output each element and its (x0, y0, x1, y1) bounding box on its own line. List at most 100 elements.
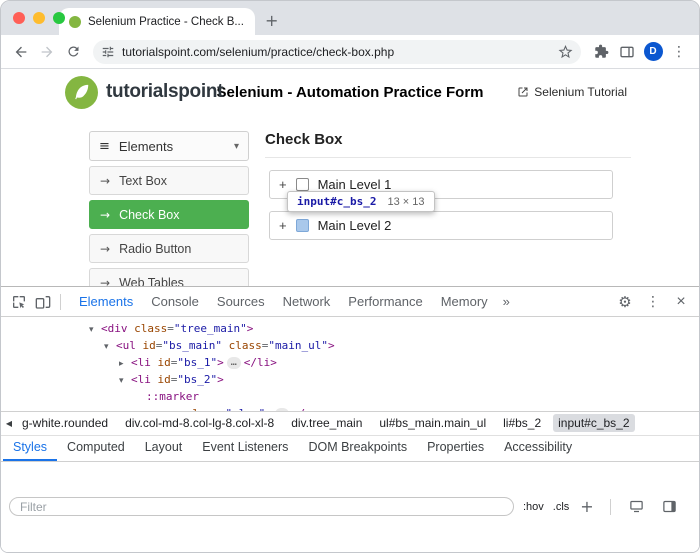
breadcrumb-bar-items: g-white.rounded div.col-md-8.col-lg-8.col… (17, 414, 642, 432)
reload-icon (66, 44, 81, 59)
zoom-window-button[interactable] (53, 12, 65, 24)
tutorialspoint-logo[interactable]: tutorialspoint (65, 76, 223, 109)
breadcrumb-item-input-c-bs-2[interactable]: input#c_bs_2 (553, 414, 634, 432)
syntax-token: > (247, 322, 254, 335)
selenium-tutorial-link[interactable]: Selenium Tutorial (517, 85, 627, 99)
profile-button[interactable]: D (641, 40, 665, 64)
syntax-token: <ul (116, 339, 136, 352)
new-tab-button[interactable]: + (265, 13, 278, 29)
reload-button[interactable] (61, 40, 85, 64)
sidebar-item-label: Radio Button (119, 242, 191, 256)
more-options-icon[interactable]: ⋮ (641, 290, 665, 314)
device-toolbar-icon (35, 294, 51, 310)
panel-tab-event-listeners[interactable]: Event Listeners (192, 436, 298, 461)
panel-tab-layout[interactable]: Layout (135, 436, 193, 461)
device-toolbar-button[interactable] (31, 290, 55, 314)
page-body: ≡ Elements ▾ →Text Box →Check Box →Radio B… (1, 115, 699, 286)
panel-tab-computed[interactable]: Computed (57, 436, 135, 461)
syntax-token: "tree_main" (174, 322, 247, 335)
browser-window: Selenium Practice - Check B... + tutoria… (0, 0, 700, 553)
toggle-sidebar-button[interactable] (658, 495, 682, 519)
breadcrumb-item-div-tree-main[interactable]: div.tree_main (286, 414, 367, 432)
extensions-button[interactable] (589, 40, 613, 64)
syntax-token: > (265, 407, 272, 411)
rendering-emulation-button[interactable] (625, 495, 649, 519)
url-text[interactable]: tutorialspoint.com/selenium/practice/che… (122, 45, 551, 59)
filter-bar-divider (610, 499, 611, 515)
dom-tree-row[interactable]: ::marker (1, 388, 699, 405)
tab-favicon-icon (69, 16, 81, 28)
menu-icon: ≡ (99, 139, 110, 154)
back-button[interactable] (9, 40, 33, 64)
panel-tab-accessibility[interactable]: Accessibility (494, 436, 582, 461)
elements-dropdown[interactable]: ≡ Elements ▾ (89, 131, 249, 161)
syntax-token: </span> (292, 407, 338, 411)
panel-tab-properties[interactable]: Properties (417, 436, 494, 461)
twisty-right-icon[interactable]: ▸ (134, 407, 146, 411)
minimize-window-button[interactable] (33, 12, 45, 24)
site-info-icon[interactable] (101, 45, 115, 59)
devtools-tab-network[interactable]: Network (274, 287, 340, 316)
inspect-element-button[interactable] (7, 290, 31, 314)
browser-tab[interactable]: Selenium Practice - Check B... (59, 8, 255, 35)
more-tabs-button[interactable]: » (497, 294, 516, 309)
expand-plus-icon[interactable]: + (279, 177, 287, 192)
forward-button[interactable] (35, 40, 59, 64)
new-style-rule-button[interactable]: + (580, 497, 593, 516)
syntax-token: "plus" (226, 407, 266, 411)
settings-gear-icon[interactable]: ⚙ (613, 290, 637, 314)
inspect-cursor-icon (11, 294, 27, 310)
tree-item-label: Main Level 2 (318, 218, 392, 233)
sidebar-item-radio-button[interactable]: →Radio Button (89, 234, 249, 263)
sidebar-item-check-box[interactable]: →Check Box (89, 200, 249, 229)
dom-tree-row[interactable]: ▾<ul id="bs_main" class="main_ul"> (1, 337, 699, 354)
close-devtools-button[interactable]: × (669, 290, 693, 314)
sidebar-item-text-box[interactable]: →Text Box (89, 166, 249, 195)
checkbox[interactable] (296, 178, 309, 191)
dom-tree-row[interactable]: ▾<div class="tree_main"> (1, 320, 699, 337)
inspect-tooltip-selector: input#c_bs_2 (297, 195, 376, 208)
side-panel-button[interactable] (615, 40, 639, 64)
syntax-token: <div (101, 322, 128, 335)
breadcrumb-item-g-white-rounded[interactable]: g-white.rounded (17, 414, 113, 432)
tree-item-main-level-2[interactable]: + Main Level 2 (269, 211, 613, 240)
syntax-token: = (167, 322, 174, 335)
dom-tree: ▾<div class="tree_main">▾<ul id="bs_main… (1, 317, 699, 411)
toggle-element-state-button[interactable]: :hov (523, 501, 544, 513)
checkbox[interactable] (296, 219, 309, 232)
breadcrumb-item-li-bs-2[interactable]: li#bs_2 (498, 414, 546, 432)
header-link-label: Selenium Tutorial (534, 85, 627, 99)
address-bar[interactable]: tutorialspoint.com/selenium/practice/che… (93, 40, 581, 64)
collapsed-content-ellipsis[interactable]: … (227, 357, 241, 369)
breadcrumb: ◀ g-white.rounded div.col-md-8.col-lg-8.c… (1, 411, 699, 435)
expand-plus-icon[interactable]: + (279, 218, 287, 233)
devtools-tab-memory[interactable]: Memory (432, 287, 497, 316)
close-window-button[interactable] (13, 12, 25, 24)
breadcrumb-scroll-left-icon[interactable]: ◀ (1, 412, 17, 435)
devtools-tab-console[interactable]: Console (142, 287, 208, 316)
logo-text: tutorialspoint (106, 81, 223, 103)
devtools-tab-sources[interactable]: Sources (208, 287, 274, 316)
panel-tab-dom-breakpoints[interactable]: DOM Breakpoints (298, 436, 417, 461)
browser-menu-icon[interactable]: ⋮ (667, 40, 691, 64)
element-classes-button[interactable]: .cls (553, 501, 570, 513)
styles-filter-input[interactable] (9, 497, 514, 516)
tree-item-label: Main Level 1 (318, 177, 392, 192)
dom-tree-row[interactable]: ▸<span class="plus">…</span> (1, 405, 699, 411)
collapsed-content-ellipsis[interactable]: … (275, 408, 289, 411)
profile-avatar[interactable]: D (644, 42, 663, 61)
devtools-tab-elements[interactable]: Elements (70, 287, 142, 316)
dom-tree-row[interactable]: ▸<li id="bs_1">…</li> (1, 354, 699, 371)
syntax-token: = (219, 407, 226, 411)
breadcrumb-item-div-col-md-8-col-lg-8-col-xl-8[interactable]: div.col-md-8.col-lg-8.col-xl-8 (120, 414, 279, 432)
sidebar-item-web-tables[interactable]: →Web Tables (89, 268, 249, 286)
inspect-tooltip: input#c_bs_2 13 × 13 (287, 191, 435, 212)
browser-toolbar: tutorialspoint.com/selenium/practice/che… (1, 35, 699, 69)
breadcrumb-item-ul-bs-main-main-ul[interactable]: ul#bs_main.main_ul (374, 414, 491, 432)
bookmark-star-icon[interactable] (558, 44, 573, 59)
dom-tree-row[interactable]: ▾<li id="bs_2"> (1, 371, 699, 388)
devtools-tab-performance[interactable]: Performance (339, 287, 431, 316)
panel-tab-styles[interactable]: Styles (3, 436, 57, 461)
web-page: tutorialspoint Selenium - Automation Pra… (1, 69, 699, 286)
devtools-tabs: ElementsConsoleSourcesNetworkPerformance… (70, 287, 497, 316)
